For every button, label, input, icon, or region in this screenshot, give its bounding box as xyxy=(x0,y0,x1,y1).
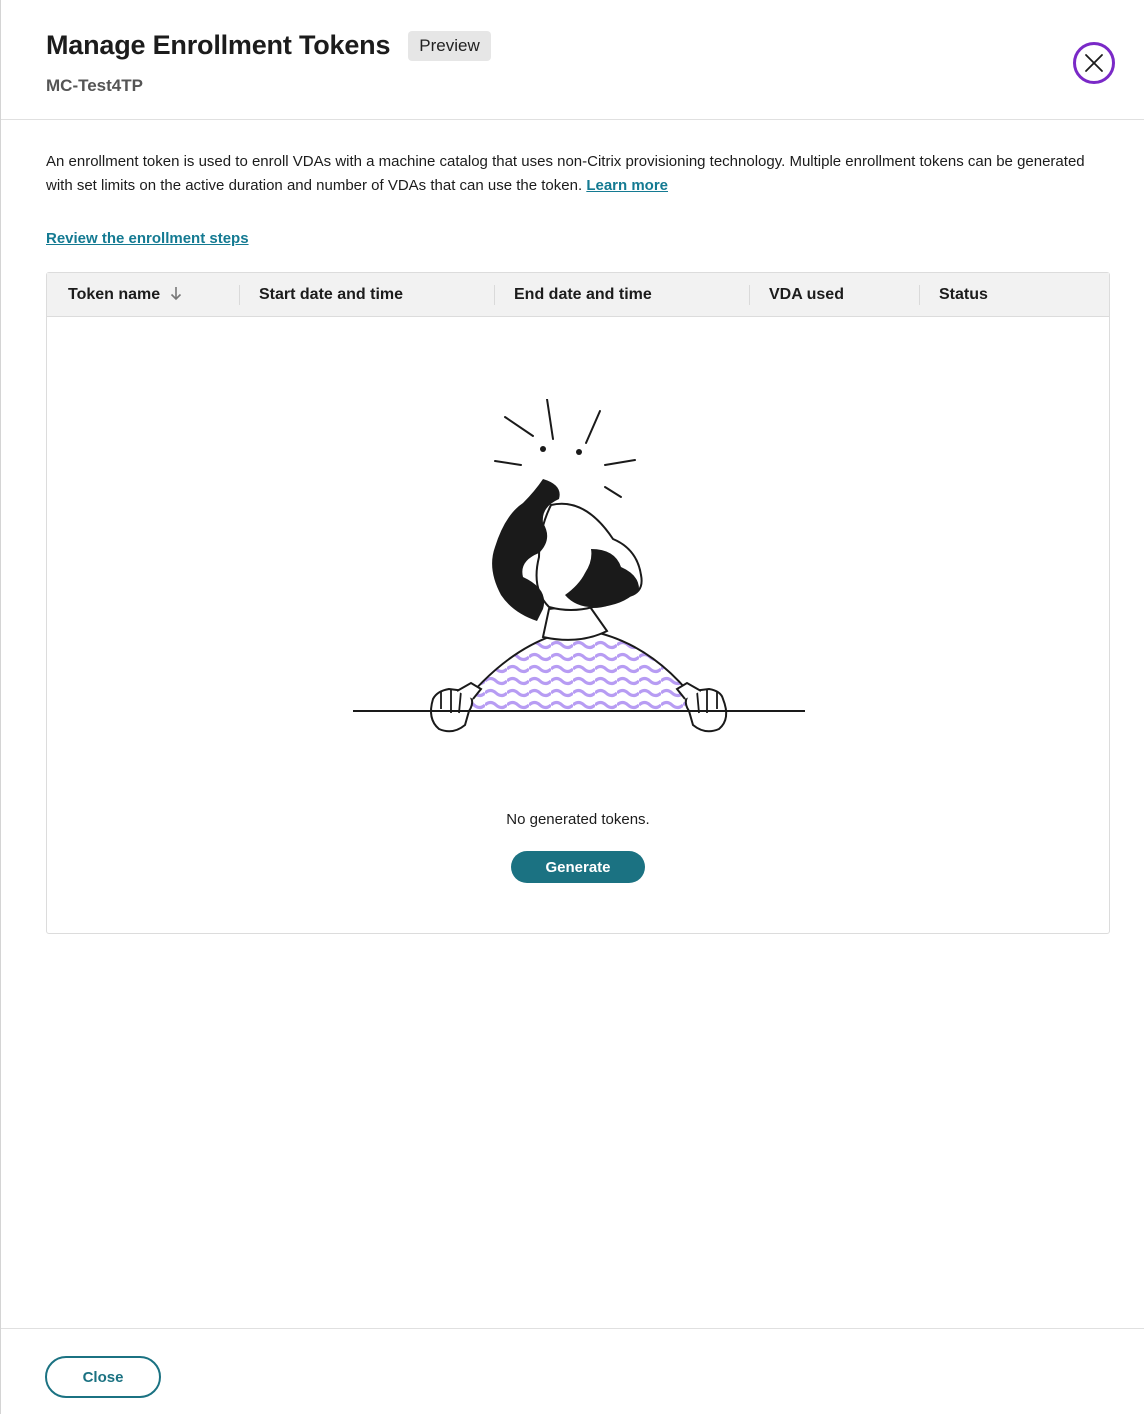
learn-more-link[interactable]: Learn more xyxy=(586,177,668,194)
preview-badge: Preview xyxy=(408,30,491,61)
page-title: Manage Enrollment Tokens xyxy=(46,30,391,60)
confused-person-illustration xyxy=(353,399,805,733)
column-header-label: Token name xyxy=(68,286,161,303)
description: An enrollment token is used to enroll VD… xyxy=(46,150,1110,198)
description-text: An enrollment token is used to enroll VD… xyxy=(46,153,1085,194)
column-header-status[interactable]: Status xyxy=(939,273,988,317)
catalog-name: MC-Test4TP xyxy=(46,76,143,95)
review-enrollment-steps-link[interactable]: Review the enrollment steps xyxy=(46,230,249,247)
empty-state-message: No generated tokens. xyxy=(506,811,650,828)
table-header: Token name Start date and time End date … xyxy=(47,273,1109,317)
tokens-table: Token name Start date and time End date … xyxy=(46,272,1110,934)
content-area: An enrollment token is used to enroll VD… xyxy=(46,150,1110,247)
panel-header: Manage Enrollment Tokens Preview MC-Test… xyxy=(1,0,1144,120)
column-header-end-date[interactable]: End date and time xyxy=(514,273,652,317)
close-panel-button[interactable] xyxy=(1073,42,1115,84)
arrow-down-icon xyxy=(170,285,182,306)
close-icon xyxy=(1085,54,1103,72)
enrollment-tokens-panel: Manage Enrollment Tokens Preview MC-Test… xyxy=(0,0,1144,1414)
empty-state: No generated tokens. Generate xyxy=(47,317,1109,933)
column-header-vda-used[interactable]: VDA used xyxy=(769,273,844,317)
title-row: Manage Enrollment Tokens Preview xyxy=(46,30,491,61)
column-separator xyxy=(749,285,750,305)
column-header-token-name[interactable]: Token name xyxy=(68,273,182,317)
close-button[interactable]: Close xyxy=(45,1356,161,1398)
column-separator xyxy=(239,285,240,305)
panel-footer: Close xyxy=(1,1328,1144,1414)
column-separator xyxy=(919,285,920,305)
column-header-start-date[interactable]: Start date and time xyxy=(259,273,403,317)
generate-button[interactable]: Generate xyxy=(511,851,645,883)
column-separator xyxy=(494,285,495,305)
